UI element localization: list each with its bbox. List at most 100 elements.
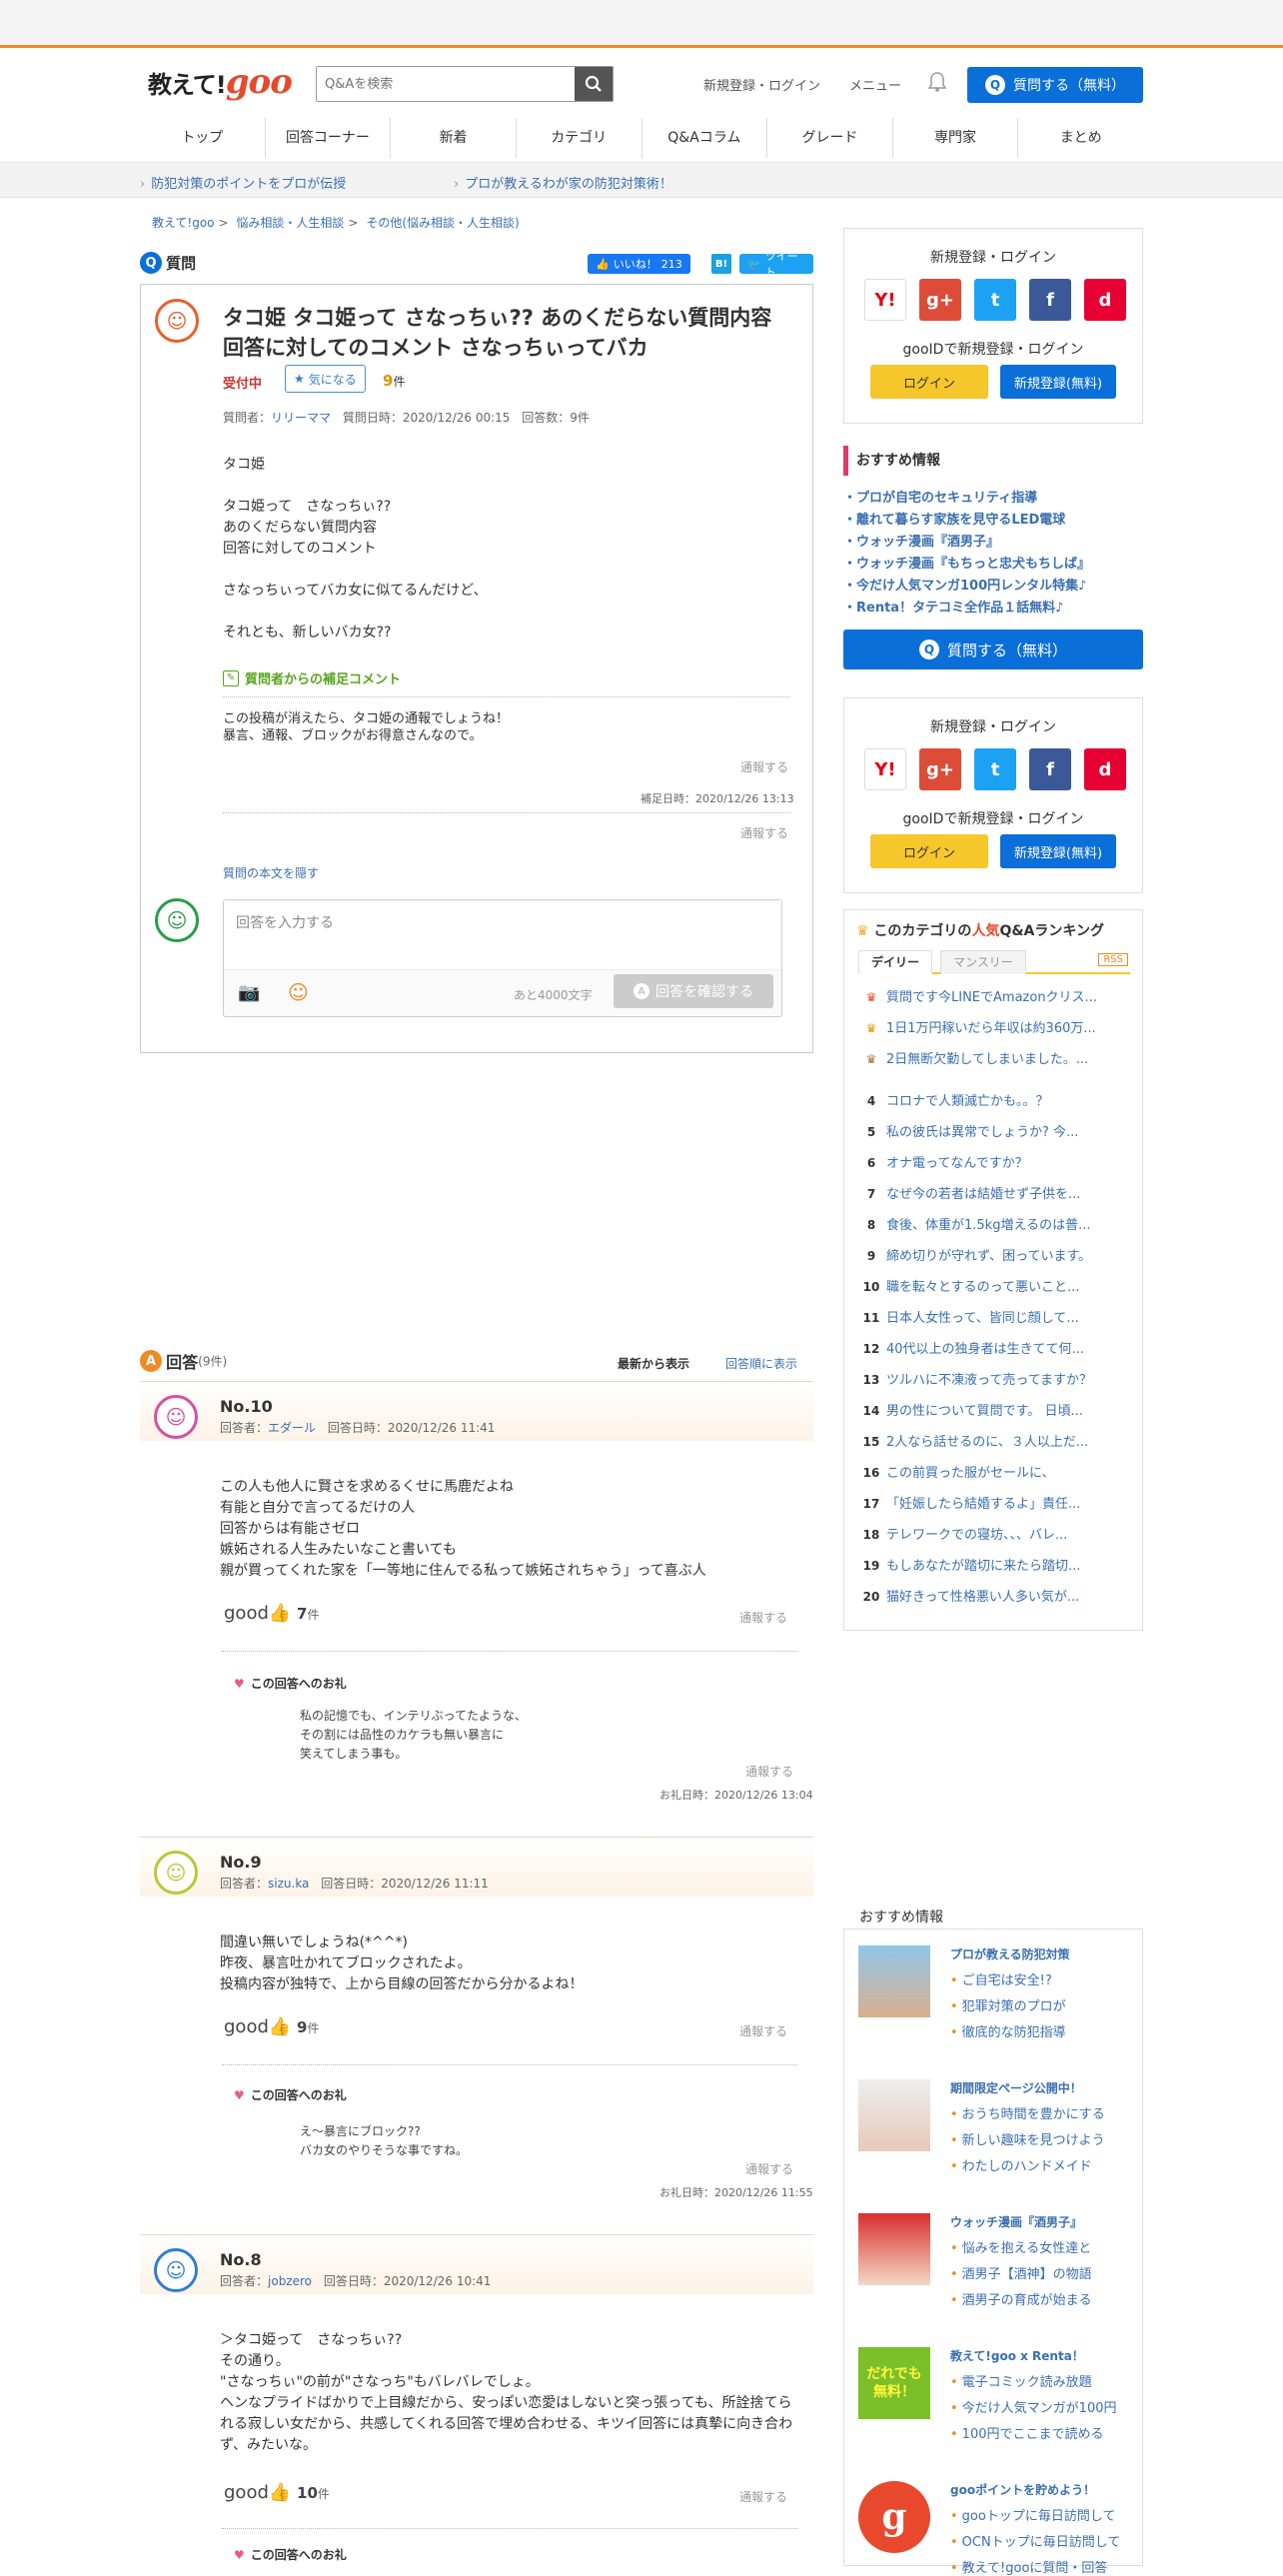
nav-item-qa-column[interactable]: Q&Aコラム — [642, 118, 768, 158]
search-input[interactable] — [317, 67, 573, 101]
ranking-item[interactable]: 16 この前買った服がセールに、 — [856, 1462, 1134, 1493]
answer-input[interactable]: 回答を入力する — [224, 900, 781, 970]
nav-item-new[interactable]: 新着 — [391, 118, 517, 158]
recommend2-item-title: プロが教える防犯対策 — [950, 1947, 1070, 1961]
recommend-link[interactable]: ・ウォッチ漫画『酒男子』 — [843, 532, 1143, 554]
facebook-icon[interactable]: f — [1029, 279, 1071, 321]
docomo-icon[interactable]: d — [1084, 748, 1126, 790]
hide-question-body-link[interactable]: 質問の本文を隠す — [223, 864, 319, 881]
twitter-icon[interactable]: t — [974, 748, 1016, 790]
answerer-name[interactable]: sizu.ka — [268, 1877, 309, 1891]
ranking-item[interactable]: 4 コロナで人類滅亡かも。。？ — [856, 1090, 1134, 1121]
ranking-item[interactable]: ♛ 質問です今LINEでAmazonクリス... — [856, 986, 1134, 1017]
sort-order[interactable]: 回答順に表示 — [725, 1355, 797, 1372]
recommend-link[interactable]: ・ウォッチ漫画『もちっと忠犬もちしば』 — [843, 554, 1143, 576]
nav-item-expert[interactable]: 専門家 — [893, 118, 1019, 158]
camera-icon[interactable]: 📷 — [238, 982, 260, 1003]
yahoo-icon[interactable]: Y! — [864, 279, 906, 321]
sidebar-ask-button[interactable]: Q 質問する（無料） — [843, 630, 1143, 669]
ranking-item[interactable]: 10 職を転々とするのって悪いこと... — [856, 1276, 1134, 1307]
ranking-item[interactable]: 9 締め切りが守れず、困っています。 — [856, 1245, 1134, 1276]
report-link[interactable]: 通報する — [745, 1763, 793, 1780]
ranking-item[interactable]: 15 2人なら話せるのに、３人以上だ... — [856, 1431, 1134, 1462]
good-button[interactable]: good👍 7件 — [224, 1603, 320, 1624]
supplement-body: この投稿が消えたら、タコ姫の通報でしょうね！ 暴言、通報、ブロックがお得意さんな… — [223, 711, 510, 743]
favorite-button[interactable]: ★ 気になる — [285, 365, 366, 393]
ranking-item[interactable]: ♛ 2日無断欠勤してしまいました。... — [856, 1048, 1134, 1079]
tweet-button[interactable]: 🐦 ツイート — [739, 250, 813, 279]
tweet-label: ツイート — [764, 250, 798, 279]
pencil-icon: ✎ — [223, 669, 239, 686]
ask-question-button[interactable]: Q 質問する（無料） — [967, 67, 1143, 103]
good-button[interactable]: good👍 9件 — [224, 2016, 320, 2037]
nav-item-category[interactable]: カテゴリ — [517, 118, 642, 158]
recommend-link[interactable]: ・離れて暮らす家族を見守るLED電球 — [843, 510, 1143, 532]
google-plus-icon[interactable]: g+ — [919, 748, 961, 790]
register-button[interactable]: 新規登録(無料) — [1000, 834, 1116, 868]
nav-item-grade[interactable]: グレード — [767, 118, 893, 158]
ranking-item[interactable]: 7 なぜ今の若者は結婚せず子供を... — [856, 1183, 1134, 1214]
ranking-item[interactable]: 12 40代以上の独身者は生きてて何... — [856, 1338, 1134, 1369]
ranking-item[interactable]: 6 オナ電ってなんですか？ — [856, 1152, 1134, 1183]
ranking-item[interactable]: 13 ツルハに不凍液って売ってますか？ — [856, 1369, 1134, 1400]
tab-daily[interactable]: デイリー — [858, 950, 933, 974]
report-link[interactable]: 通報する — [740, 758, 788, 775]
recommend-link[interactable]: ・今だけ人気マンガ100円レンタル特集♪ — [843, 576, 1143, 598]
facebook-icon[interactable]: f — [1029, 748, 1071, 790]
report-link[interactable]: 通報する — [739, 1609, 787, 1626]
ranking-item[interactable]: 14 男の性について質問です。 日頃... — [856, 1400, 1134, 1431]
report-link[interactable]: 通報する — [745, 2160, 793, 2177]
ranking-item[interactable]: ♛ 1日1万円稼いだら年収は約360万... — [856, 1017, 1134, 1048]
recommend-link[interactable]: ・Renta！タテコミ全作品１話無料♪ — [843, 598, 1143, 620]
recommend-link[interactable]: ・プロが自宅のセキュリティ指導 — [843, 488, 1143, 510]
good-button[interactable]: good👍 10件 — [224, 2482, 330, 2503]
menu-link[interactable]: メニュー — [849, 75, 901, 94]
ranking-item[interactable]: 8 食後、体重が1.5kg増えるのは普... — [856, 1214, 1134, 1245]
answerer-avatar[interactable]: ☺ — [154, 1851, 198, 1895]
google-plus-icon[interactable]: g+ — [919, 279, 961, 321]
search-button[interactable] — [575, 67, 613, 101]
report-link[interactable]: 通報する — [739, 2488, 787, 2505]
answerer-name[interactable]: jobzero — [268, 2274, 312, 2288]
emoji-icon[interactable]: ☺ — [288, 980, 309, 1004]
register-button[interactable]: 新規登録(無料) — [1000, 365, 1116, 399]
asker-avatar[interactable]: ☺ — [155, 299, 199, 343]
answerer-name[interactable]: エダール — [268, 1421, 316, 1435]
nav-item-matome[interactable]: まとめ — [1018, 118, 1143, 158]
answerer-avatar[interactable]: ☺ — [154, 1395, 198, 1439]
breadcrumb-item[interactable]: 教えて!goo — [152, 216, 215, 230]
report-link[interactable]: 通報する — [739, 2022, 787, 2039]
rss-link[interactable]: RSS — [1098, 953, 1128, 966]
sort-newest[interactable]: 最新から表示 — [618, 1355, 689, 1372]
nav-item-answer-corner[interactable]: 回答コーナー — [266, 118, 392, 158]
twitter-icon[interactable]: t — [974, 279, 1016, 321]
ranking-item[interactable]: 11 日本人女性って、皆同じ顔して... — [856, 1307, 1134, 1338]
report-link[interactable]: 通報する — [740, 824, 788, 841]
ranking-item[interactable]: 5 私の彼氏は異常でしょうか? 今... — [856, 1121, 1134, 1152]
ask-question-label: 質問する（無料） — [1013, 78, 1125, 94]
register-login-link[interactable]: 新規登録・ログイン — [703, 75, 820, 94]
facebook-like-button[interactable]: 👍 いいね！ 213 — [588, 254, 690, 274]
docomo-icon[interactable]: d — [1084, 279, 1126, 321]
promo-link-2[interactable]: プロが教えるわが家の防犯対策術！ — [454, 173, 672, 192]
breadcrumb-item[interactable]: その他(悩み相談・人生相談) — [366, 216, 519, 230]
bell-icon[interactable] — [927, 71, 947, 97]
yahoo-icon[interactable]: Y! — [864, 748, 906, 790]
tab-monthly[interactable]: マンスリー — [940, 950, 1026, 974]
site-logo[interactable]: 教えて!goo — [148, 62, 293, 102]
ranking-item[interactable]: 18 テレワークでの寝坊、、、バレ... — [856, 1524, 1134, 1555]
asker-name[interactable]: リリーママ — [271, 411, 331, 425]
gooid-text: gooIDで新規登録・ログイン — [902, 811, 1084, 827]
nav-item-top[interactable]: トップ — [140, 118, 266, 158]
ranking-item[interactable]: 17 「妊娠したら結婚するよ」責任... — [856, 1493, 1134, 1524]
answerer-avatar[interactable]: ☺ — [154, 2248, 198, 2292]
promo-link-1[interactable]: 防犯対策のポイントをプロが伝授 — [140, 173, 346, 192]
ranking-title-em: 人気 — [971, 923, 1000, 939]
breadcrumb-item[interactable]: 悩み相談・人生相談 — [236, 216, 344, 230]
confirm-answer-button[interactable]: A 回答を確認する — [614, 974, 773, 1008]
login-button[interactable]: ログイン — [870, 834, 988, 868]
hatena-bookmark-button[interactable]: B! — [711, 254, 731, 274]
login-button[interactable]: ログイン — [870, 365, 988, 399]
ranking-item[interactable]: 20 猫好きって性格悪い人多い気が... — [856, 1586, 1134, 1617]
ranking-item[interactable]: 19 もしあなたが踏切に来たら踏切... — [856, 1555, 1134, 1586]
